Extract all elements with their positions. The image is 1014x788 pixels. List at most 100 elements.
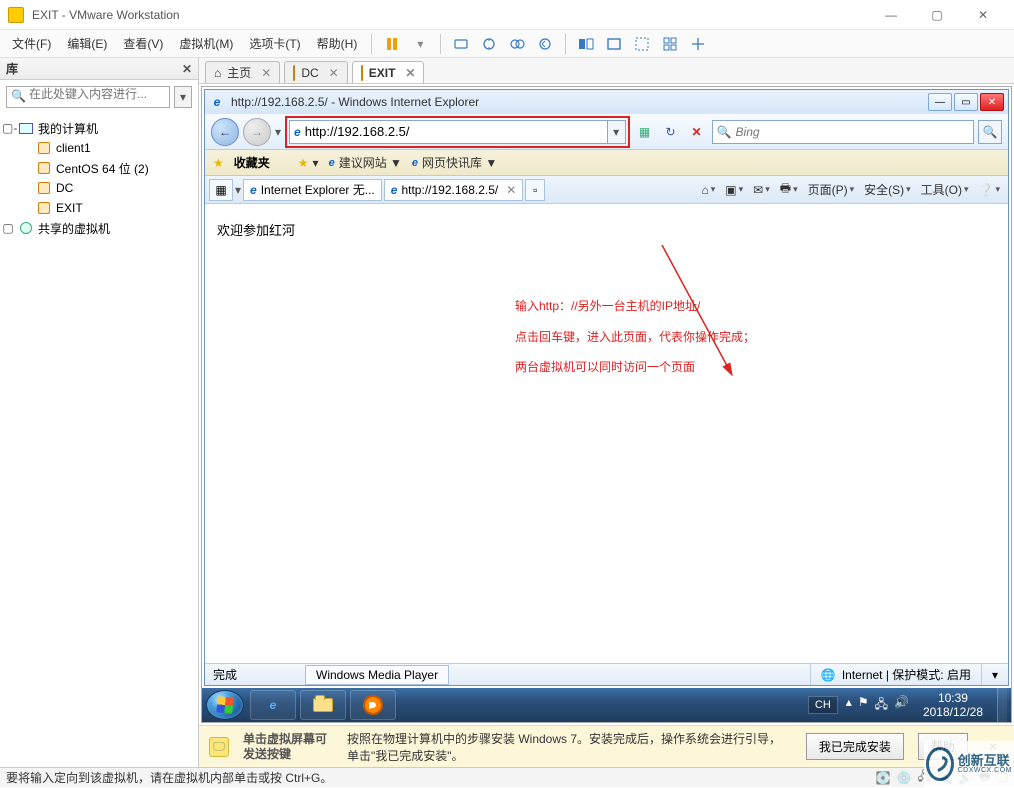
network-icon[interactable]: 🖧 [875,695,888,716]
snapshot-icon[interactable] [477,33,501,55]
view-fullscreen-icon[interactable] [602,33,626,55]
library-search-dropdown-icon[interactable]: ▾ [174,86,192,108]
vm-tab-dc[interactable]: DC ✕ [284,61,347,83]
view-stretch-icon[interactable] [686,33,710,55]
tab-close-icon[interactable]: ✕ [329,66,339,80]
favorites-label[interactable]: 收藏夹 [234,154,270,171]
menu-tabs[interactable]: 选项卡(T) [241,31,308,56]
snapshot-manage-icon[interactable] [505,33,529,55]
ie-address-input[interactable] [305,124,603,139]
taskbar-wmp-button[interactable]: ▶ [350,690,396,720]
library-close-icon[interactable]: ✕ [182,62,192,76]
ie-quicktabs-button[interactable]: ▦ [209,179,233,201]
search-provider-icon: 🔍 [717,125,732,139]
language-indicator[interactable]: CH [808,696,838,714]
tray-up-icon[interactable]: ▴ [846,695,852,716]
vm-tab-exit[interactable]: EXIT ✕ [352,61,425,83]
tab-close-icon[interactable]: ✕ [261,66,271,80]
ie-search-input[interactable] [736,125,969,139]
menu-file[interactable]: 文件(F) [4,31,59,56]
start-button[interactable] [206,690,244,720]
ie-mail-button[interactable]: ✉▾ [749,183,774,197]
ie-newtab-button[interactable]: ▫ [525,179,545,201]
ie-stop-button[interactable]: ✕ [686,121,708,143]
volume-icon[interactable]: 🔊 [894,695,909,716]
tree-item-dc[interactable]: DC [2,178,196,198]
view-unity-icon[interactable] [630,33,654,55]
maximize-button[interactable]: ▢ [914,0,960,30]
ie-help-button[interactable]: ❔▾ [975,183,1004,197]
vmware-titlebar: EXIT - VMware Workstation — ▢ ✕ [0,0,1014,30]
view-console-icon[interactable] [574,33,598,55]
tree-item-exit[interactable]: EXIT [2,198,196,218]
guest-desktop[interactable]: e http://192.168.2.5/ - Windows Internet… [201,86,1012,723]
library-search-input[interactable] [6,86,170,108]
library-search-field[interactable] [29,87,165,101]
vmware-window-title: EXIT - VMware Workstation [32,8,868,22]
ie-security-zone[interactable]: 🌐Internet | 保护模式: 启用 [810,664,981,685]
tree-root-shared[interactable]: ▢ 共享的虚拟机 [2,218,196,238]
ie-page-menu[interactable]: 页面(P)▾ [804,181,859,198]
ie-safety-menu[interactable]: 安全(S)▾ [860,181,915,198]
library-header: 库 ✕ [0,58,198,80]
close-button[interactable]: ✕ [960,0,1006,30]
tab-close-icon[interactable]: ✕ [405,66,415,80]
collapse-icon[interactable]: ▢- [2,121,14,135]
device-hdd-icon[interactable]: 💽 [876,771,891,785]
ie-nav-row: ← → ▾ e ▾ ▦ ↻ ✕ 🔍 [205,114,1008,150]
ie-maximize-button[interactable]: ▭ [954,93,978,111]
menu-help[interactable]: 帮助(H) [309,31,366,56]
collapse-icon[interactable]: ▢ [2,221,14,235]
fav-add-icon[interactable]: ★▾ [298,156,319,170]
fav-suggested-sites[interactable]: e建议网站 ▼ [329,154,402,171]
menu-vm[interactable]: 虚拟机(M) [171,31,241,56]
power-dropdown-icon[interactable]: ▾ [408,33,432,55]
ie-search-box[interactable]: 🔍 [712,120,974,144]
ie-tab-close-icon[interactable]: ✕ [506,183,516,197]
ie-page-icon: e [294,125,301,139]
ie-close-button[interactable]: ✕ [980,93,1004,111]
taskbar-clock[interactable]: 10:39 2018/12/28 [917,691,989,720]
ie-wmp-button[interactable]: Windows Media Player [305,665,449,685]
taskbar-ie-button[interactable]: e [250,690,296,720]
show-desktop-button[interactable] [997,688,1007,722]
ie-tab-1[interactable]: e Internet Explorer 无... [243,179,382,201]
ie-home-button[interactable]: ⌂▾ [697,183,719,197]
ie-address-bar[interactable]: e [289,120,608,144]
vmware-hint-bar: 🖵 单击虚拟屏幕可发送按键 按照在物理计算机中的步骤安装 Windows 7。安… [199,725,1014,767]
taskbar-explorer-button[interactable] [300,690,346,720]
ie-print-button[interactable]: 🖶▾ [776,179,802,200]
snapshot-revert-icon[interactable] [533,33,557,55]
tree-item-client1[interactable]: client1 [2,138,196,158]
ie-titlebar[interactable]: e http://192.168.2.5/ - Windows Internet… [205,90,1008,114]
tree-label: client1 [56,141,91,155]
send-ctrlaltdel-icon[interactable] [449,33,473,55]
pause-icon[interactable] [380,33,404,55]
favorites-star-icon[interactable]: ★ [213,156,224,170]
ie-protected-mode-dropdown[interactable]: ▾ [981,664,1008,685]
tree-root-my-computer[interactable]: ▢- 我的计算机 [2,118,196,138]
nav-history-dropdown-icon[interactable]: ▾ [275,125,281,139]
device-cd-icon[interactable]: 💿 [897,771,912,785]
tree-item-centos[interactable]: CentOS 64 位 (2) [2,158,196,178]
ie-compat-button[interactable]: ▦ [634,121,656,143]
flag-icon[interactable]: ⚑ [858,695,869,716]
install-done-button[interactable]: 我已完成安装 [806,733,904,760]
system-tray[interactable]: ▴ ⚑ 🖧 🔊 [846,695,909,716]
menu-view[interactable]: 查看(V) [115,31,171,56]
ie-search-go-button[interactable]: 🔍 [978,120,1002,144]
ie-tools-menu[interactable]: 工具(O)▾ [917,181,973,198]
ie-feeds-button[interactable]: ▣▾ [721,183,747,197]
address-dropdown-icon[interactable]: ▾ [608,120,626,144]
vm-tab-home[interactable]: ⌂ 主页 ✕ [205,61,280,83]
view-thumbnail-icon[interactable] [658,33,682,55]
ie-refresh-button[interactable]: ↻ [660,121,682,143]
fav-web-slice[interactable]: e网页快讯库 ▼ [412,154,497,171]
ie-tab-2[interactable]: e http://192.168.2.5/ ✕ [384,179,524,201]
ie-minimize-button[interactable]: — [928,93,952,111]
menu-edit[interactable]: 编辑(E) [59,31,115,56]
minimize-button[interactable]: — [868,0,914,30]
ie-back-button[interactable]: ← [211,118,239,146]
globe-icon: 🌐 [821,668,836,682]
ie-forward-button[interactable]: → [243,118,271,146]
